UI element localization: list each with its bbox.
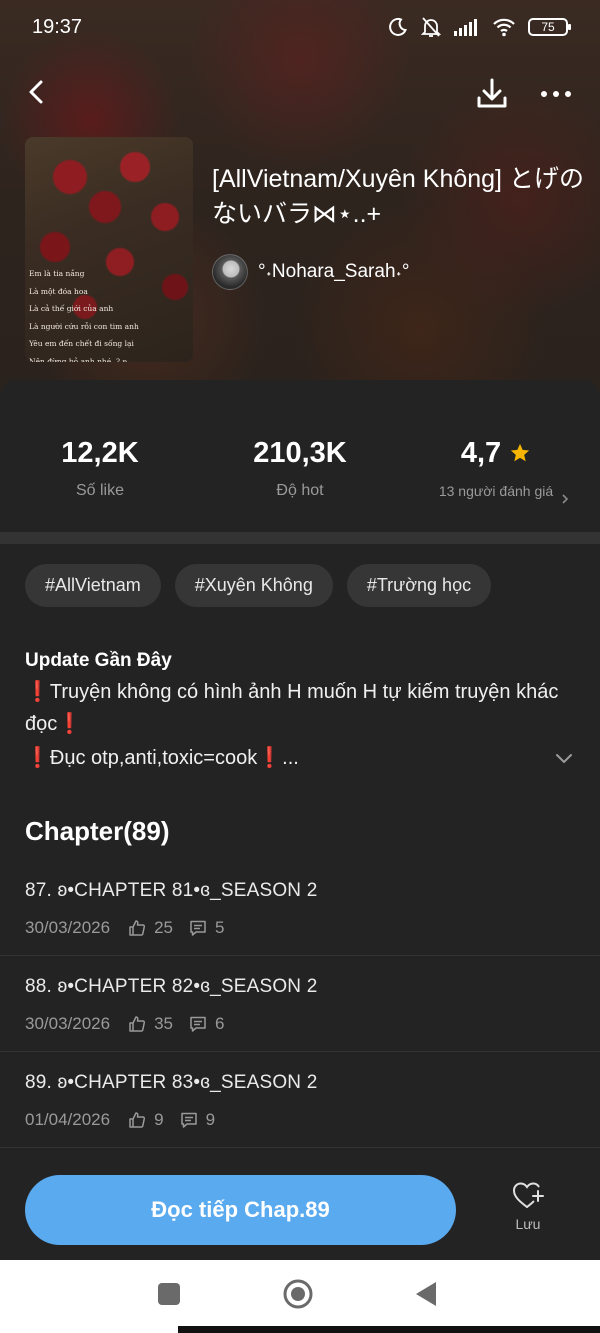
stat-hot: 210,3K Độ hot xyxy=(200,436,400,500)
more-icon xyxy=(541,91,571,97)
back-arrow-icon xyxy=(29,80,43,104)
recent-update: Update Gần Đây ❗Truyện không có hình ảnh… xyxy=(25,648,580,774)
download-icon xyxy=(477,78,507,108)
thumbs-up-icon xyxy=(128,919,146,937)
update-line: ❗Đục otp,anti,toxic=cook❗... xyxy=(25,747,299,769)
top-nav xyxy=(0,64,600,120)
wifi-icon xyxy=(493,18,515,37)
likes-label: Số like xyxy=(75,482,125,499)
update-title: Update Gần Đây xyxy=(25,650,172,671)
cover-line: Em là tia nắng xyxy=(29,269,85,278)
moon-icon xyxy=(389,17,407,36)
chapter-meta: 30/03/2026 25 5 xyxy=(25,918,224,938)
section-divider xyxy=(0,532,600,544)
home-indicator xyxy=(178,1326,600,1333)
back-triangle-icon[interactable] xyxy=(414,1281,438,1307)
more-options-button[interactable] xyxy=(536,74,576,114)
chapter-meta: 30/03/2026 35 6 xyxy=(25,1014,224,1034)
author-link[interactable]: °˖Nohara_Sarah˖° xyxy=(212,254,409,290)
back-button[interactable] xyxy=(20,74,56,110)
chapter-title: 88. ʚ•CHAPTER 82•ɞ_SEASON 2 xyxy=(25,976,318,997)
status-icons: 75 xyxy=(388,16,571,38)
expand-description-button[interactable] xyxy=(550,744,578,772)
rating-label-wrap: 13 người đánh giá xyxy=(436,482,569,504)
heart-plus-icon xyxy=(512,1182,544,1208)
bell-off-icon xyxy=(420,17,442,37)
chevron-down-icon xyxy=(556,754,572,763)
tag-chip[interactable]: #Trường học xyxy=(346,564,492,607)
chapter-comments: 5 xyxy=(215,918,225,937)
chapter-comments: 6 xyxy=(215,1014,225,1033)
story-cover-image[interactable]: Em là tia nắng Là một đóa hoa Là cả thế … xyxy=(25,137,193,362)
chapter-row[interactable]: 87. ʚ•CHAPTER 81•ɞ_SEASON 2 30/03/2026 2… xyxy=(0,860,600,956)
chapter-likes: 35 xyxy=(154,1014,174,1033)
save-button[interactable]: Lưu xyxy=(500,1180,556,1240)
bottom-action-bar: Đọc tiếp Chap.89 Lưu xyxy=(0,1160,600,1260)
cover-line: Nên đừng bỏ anh nhé..? ʚ xyxy=(29,356,127,363)
author-name: °˖Nohara_Sarah˖° xyxy=(258,261,410,282)
hot-value: 210,3K xyxy=(253,437,347,469)
story-title: [AllVietnam/Xuyên Không] とげのないバラ⋈⋆..+ xyxy=(212,165,584,228)
status-bar: 19:37 75 xyxy=(0,0,600,54)
save-label: Lưu xyxy=(515,1216,541,1232)
chapter-row[interactable]: 89. ʚ•CHAPTER 83•ɞ_SEASON 2 01/04/2026 9… xyxy=(0,1052,600,1148)
status-time: 19:37 xyxy=(32,15,83,38)
comment-icon xyxy=(189,919,207,937)
chapter-date: 30/03/2026 xyxy=(25,1014,111,1033)
tag-chip[interactable]: #Xuyên Không xyxy=(174,564,333,607)
stat-likes: 12,2K Số like xyxy=(0,436,200,500)
home-circle-icon[interactable] xyxy=(282,1278,314,1310)
chapter-date: 30/03/2026 xyxy=(25,918,111,937)
thumbs-up-icon xyxy=(128,1015,146,1033)
chapter-date: 01/04/2026 xyxy=(25,1110,111,1129)
system-nav-bar xyxy=(0,1260,600,1333)
cover-line: Yêu em đến chết đi sống lại xyxy=(29,339,134,348)
chapter-count-header: Chapter(89) xyxy=(25,816,170,846)
battery-level: 75 xyxy=(541,20,555,34)
cover-line: Là cả thế giới của anh xyxy=(29,304,114,313)
chapter-likes: 9 xyxy=(154,1110,164,1129)
recent-apps-icon[interactable] xyxy=(158,1283,180,1305)
stats-row: 12,2K Số like 210,3K Độ hot 4,7 13 người… xyxy=(0,380,600,532)
cover-line: Là người cứu rỗi con tim anh xyxy=(29,321,139,331)
likes-value: 12,2K xyxy=(61,437,139,469)
avatar xyxy=(212,254,248,290)
story-info-panel: 12,2K Số like 210,3K Độ hot 4,7 13 người… xyxy=(0,380,600,1260)
chapter-row[interactable]: 88. ʚ•CHAPTER 82•ɞ_SEASON 2 30/03/2026 3… xyxy=(0,956,600,1052)
chapter-meta: 01/04/2026 9 9 xyxy=(25,1110,215,1130)
tag-list: #AllVietnam #Xuyên Không #Trường học xyxy=(25,564,492,607)
comment-icon xyxy=(180,1111,198,1129)
chapter-title: 87. ʚ•CHAPTER 81•ɞ_SEASON 2 xyxy=(25,880,318,901)
hot-label: Độ hot xyxy=(276,482,324,499)
stat-rating[interactable]: 4,7 13 người đánh giá xyxy=(396,436,596,504)
chapter-title: 89. ʚ•CHAPTER 83•ɞ_SEASON 2 xyxy=(25,1072,318,1093)
rating-label: 13 người đánh giá xyxy=(438,483,554,499)
update-line: ❗Truyện không có hình ảnh H muốn H tự ki… xyxy=(25,681,559,735)
tag-chip[interactable]: #AllVietnam xyxy=(25,564,161,607)
continue-reading-button[interactable]: Đọc tiếp Chap.89 xyxy=(25,1175,456,1245)
rating-value: 4,7 xyxy=(460,437,502,469)
cover-line: Là một đóa hoa xyxy=(29,286,88,296)
download-button[interactable] xyxy=(472,74,512,114)
battery-icon: 75 xyxy=(528,18,571,36)
chapter-likes: 25 xyxy=(154,918,174,937)
chevron-right-icon xyxy=(562,494,569,504)
cover-poem: Em là tia nắng Là một đóa hoa Là cả thế … xyxy=(29,265,189,362)
rating-value-wrap: 4,7 xyxy=(461,436,531,470)
signal-icon xyxy=(454,19,477,36)
chapter-comments: 9 xyxy=(205,1110,216,1129)
comment-icon xyxy=(189,1015,207,1033)
star-icon xyxy=(510,443,530,462)
thumbs-up-icon xyxy=(128,1111,146,1129)
chapter-list: 87. ʚ•CHAPTER 81•ɞ_SEASON 2 30/03/2026 2… xyxy=(0,860,600,1148)
